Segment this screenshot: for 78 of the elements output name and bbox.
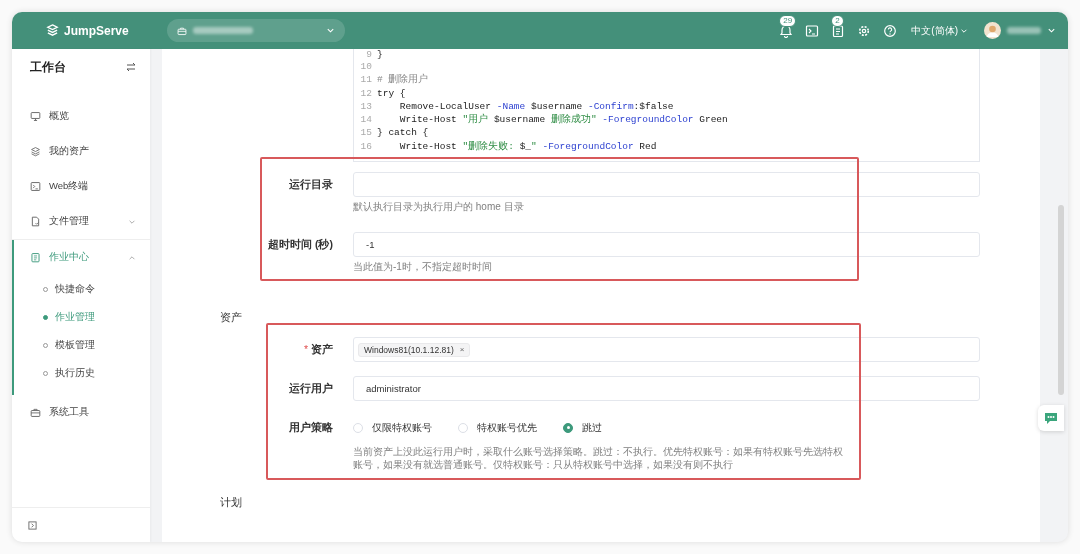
field-label: * 资产 bbox=[302, 342, 333, 357]
clipboard-button[interactable] bbox=[831, 23, 846, 38]
scrollbar-thumb[interactable] bbox=[1058, 205, 1064, 395]
code-line: } bbox=[377, 49, 383, 60]
code-line: Write-Host "用户 $username 删除成功" -ForegroundColor Green bbox=[398, 113, 728, 127]
radio-option[interactable]: 特权账号优先 bbox=[458, 420, 537, 435]
organization-selector[interactable] bbox=[167, 19, 345, 42]
user-menu[interactable] bbox=[984, 22, 1056, 39]
chevron-down-icon bbox=[326, 26, 335, 35]
terminal-icon bbox=[805, 23, 820, 38]
sidebar-item[interactable]: 我的资产 bbox=[12, 134, 150, 169]
submenu-item[interactable]: 快捷命令 bbox=[12, 275, 150, 303]
section-title: 资产 bbox=[219, 310, 243, 324]
hint-text: 当此值为-1时，不指定超时时间 bbox=[353, 261, 493, 273]
input-field[interactable]: -1 bbox=[353, 232, 980, 257]
sidebar-item[interactable]: 概览 bbox=[12, 99, 150, 134]
line-number: 13 bbox=[359, 99, 372, 114]
clipboard-icon bbox=[30, 252, 41, 263]
collapse-icon[interactable] bbox=[28, 520, 37, 530]
help-icon bbox=[883, 23, 898, 38]
field-label: 运行目录 bbox=[288, 177, 333, 192]
toolbox-icon bbox=[30, 407, 41, 418]
line-number: 12 bbox=[359, 86, 372, 100]
settings-button[interactable] bbox=[857, 23, 872, 38]
line-number: 11 bbox=[359, 73, 372, 87]
code-editor[interactable]: 9 } 10 11 # 删除用户 12 try { 13 Remove-LocalUser -Name $username -Confirm:$false 14 Write-Host "用户 $username 删除成功" -ForegroundColor Green 15 } catch { 16 Write-Host "删除失败: $_" -ForegroundColor Red bbox=[353, 49, 980, 162]
input-field[interactable] bbox=[353, 172, 980, 197]
chevron-up-icon bbox=[128, 253, 136, 262]
count-badge: 2 bbox=[831, 14, 844, 27]
submenu-item[interactable]: 作业管理 bbox=[12, 303, 150, 331]
hint-text: 默认执行目录为执行用户的 home 目录 bbox=[353, 201, 525, 213]
line-number: 10 bbox=[359, 60, 372, 74]
logo-icon bbox=[46, 24, 59, 37]
sidebar-item[interactable]: 文件管理 bbox=[12, 204, 150, 239]
input-field[interactable]: administrator bbox=[353, 376, 980, 401]
section-title: 计划 bbox=[219, 495, 243, 509]
code-line: Write-Host "删除失败: $_" -ForegroundColor Red bbox=[398, 139, 657, 154]
layers-icon bbox=[30, 146, 41, 157]
line-number: 16 bbox=[359, 139, 372, 154]
radio-option[interactable]: 仅限特权账号 bbox=[353, 420, 432, 435]
app-logo[interactable]: JumpServe bbox=[64, 23, 129, 38]
select-field[interactable]: Windows81(10.1.12.81) × bbox=[353, 337, 980, 362]
required-mark: * bbox=[303, 343, 308, 355]
settings-icon bbox=[857, 23, 872, 38]
code-line: } catch { bbox=[377, 126, 429, 140]
hint-text: 当前资产上没此运行用户时，采取什么账号选择策略。跳过：不执行。优先特权账号：如果有特权账号先选特权账号，如果没有就选普通账号。仅特权账号：只从特权账号中选择，如果没有则不执行 bbox=[353, 445, 844, 471]
monitor-icon bbox=[30, 111, 41, 122]
chat-icon bbox=[1044, 411, 1058, 425]
code-line: try { bbox=[377, 86, 406, 100]
remove-tag-button[interactable]: × bbox=[459, 345, 465, 354]
line-number: 9 bbox=[365, 49, 372, 60]
radio-option[interactable]: 跳过 bbox=[563, 420, 602, 435]
avatar-icon bbox=[984, 22, 1001, 39]
code-line: # 删除用户 bbox=[377, 73, 429, 87]
file-icon bbox=[30, 216, 41, 227]
clipboard-icon bbox=[831, 23, 846, 38]
line-number: 14 bbox=[359, 113, 372, 127]
radio-button[interactable] bbox=[563, 422, 573, 433]
help-button[interactable] bbox=[883, 23, 898, 38]
terminal-button[interactable] bbox=[805, 23, 820, 38]
field-label: 用户策略 bbox=[288, 420, 333, 435]
chevron-down-icon bbox=[1047, 26, 1056, 35]
sidebar-title: 工作台 bbox=[30, 58, 66, 76]
field-label: 运行用户 bbox=[288, 381, 333, 396]
submenu-item[interactable]: 执行历史 bbox=[12, 359, 150, 387]
line-number: 15 bbox=[359, 126, 372, 140]
code-line: Remove-LocalUser -Name $username -Confirm:$false bbox=[398, 99, 674, 113]
chat-button[interactable] bbox=[1038, 405, 1064, 431]
submenu-item[interactable]: 模板管理 bbox=[12, 331, 150, 359]
switch-icon[interactable] bbox=[126, 62, 136, 72]
field-label: 超时时间 (秒) bbox=[267, 237, 333, 252]
sidebar-item[interactable]: 系统工具 bbox=[12, 395, 150, 430]
asset-tag: Windows81(10.1.12.81) × bbox=[358, 342, 471, 357]
language-selector[interactable]: 中文(简体) bbox=[911, 23, 968, 38]
sidebar-item[interactable]: Web终端 bbox=[12, 169, 150, 204]
terminal-icon bbox=[30, 181, 41, 192]
sidebar-item[interactable]: 作业中心 bbox=[12, 240, 150, 275]
count-badge: 29 bbox=[779, 14, 797, 27]
